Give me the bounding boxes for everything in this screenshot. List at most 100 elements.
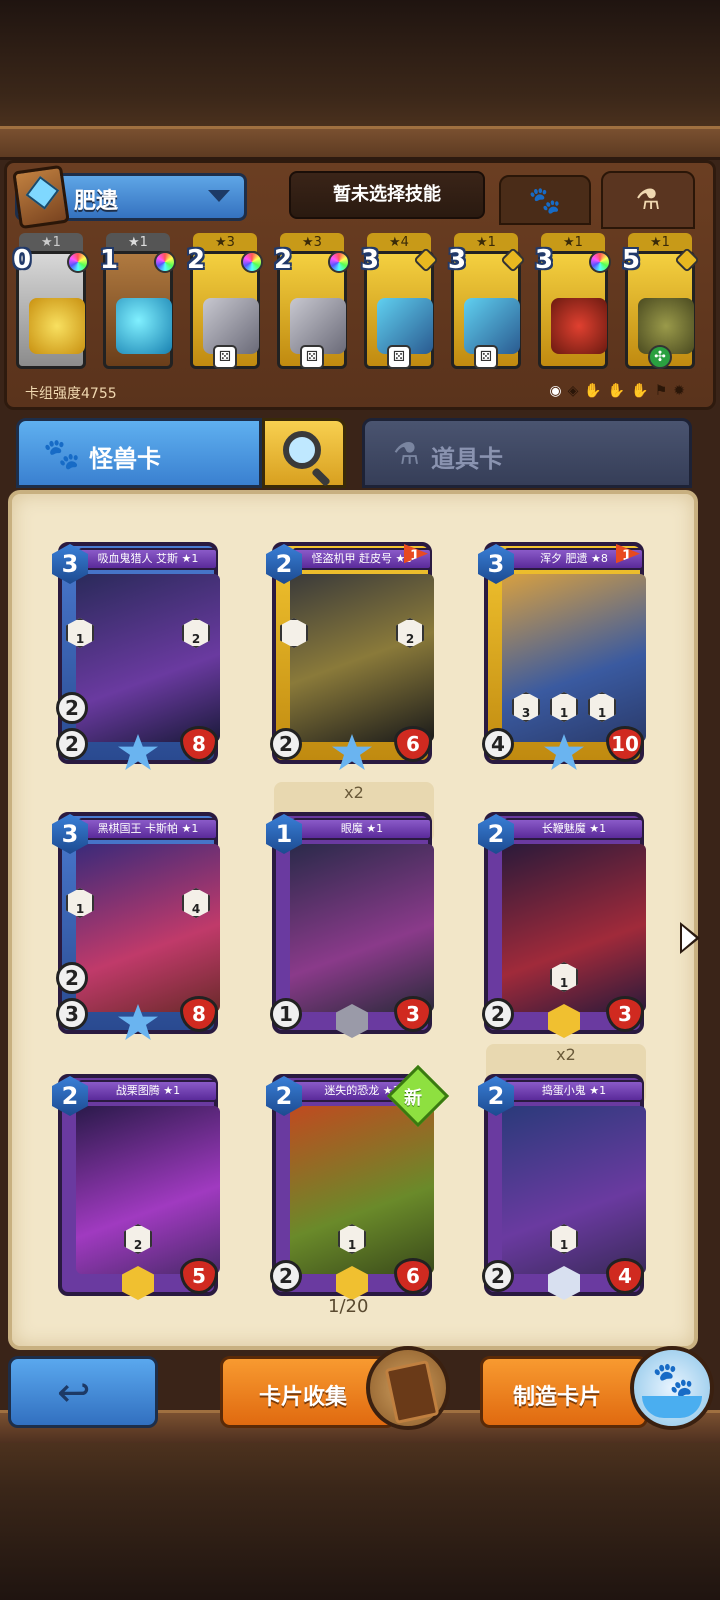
new-label: 新 (404, 1088, 422, 1109)
card-art (551, 298, 607, 354)
card-defense: 2 (482, 1260, 514, 1292)
card-art (76, 574, 220, 742)
card-attack: 2 (56, 692, 88, 724)
monster-card[interactable]: x2 捣蛋小鬼 ★1 2241 (478, 1044, 646, 1302)
deck-card-row: ★1 0 ★1 1 ★3 2 ⚄ ★3 2 ⚄ ★4 3 ⚄ ★1 3 ⚄ ★1… (13, 233, 713, 383)
paw-potion-icon[interactable]: 🐾 (630, 1346, 714, 1430)
card-collection-page: 吸血鬼猎人 艾斯 ★1 322812 怪盗机甲 赶皮号 ★3 21262 浑夕 … (8, 490, 698, 1350)
card-defense: 1 (270, 998, 302, 1030)
card-name: 吸血鬼猎人 艾斯 ★1 (78, 548, 218, 570)
card-cost: 3 (448, 245, 467, 275)
back-button[interactable]: ↩ (8, 1356, 158, 1428)
gem-icon (154, 251, 176, 273)
deck-card[interactable]: ★1 3 (535, 233, 611, 377)
back-arrow-icon: ↩ (57, 1370, 91, 1416)
craft-card-button[interactable]: 制造卡片 (480, 1356, 648, 1428)
tab-monster-cards[interactable]: 🐾 怪兽卡 (16, 418, 262, 488)
card-cost: 2 (274, 245, 293, 275)
filter-icon[interactable]: ✹ (673, 383, 685, 399)
deck-card[interactable]: ★1 1 (100, 233, 176, 377)
deck-card[interactable]: ★3 2 ⚄ (274, 233, 350, 377)
dice-icon: ⚄ (387, 345, 411, 369)
card-name: 捣蛋小鬼 ★1 (504, 1080, 644, 1102)
search-icon (283, 431, 321, 469)
filter-icon[interactable]: ✋ (608, 383, 625, 399)
filter-icon[interactable]: ✋ (584, 383, 601, 399)
card-name: 长鞭魅魔 ★1 (504, 818, 644, 840)
potion-icon: ⚗ (393, 437, 420, 472)
deck-power: 卡组强度4755 (25, 386, 117, 402)
skill-select-button[interactable]: 暂未选择技能 (289, 171, 485, 219)
card-defense: 2 (270, 1260, 302, 1292)
gem-icon (328, 251, 350, 273)
dice-icon: ⚄ (474, 345, 498, 369)
card-art (29, 298, 85, 354)
bottom-wood-banner (0, 1410, 720, 1600)
card-defense: 2 (56, 728, 88, 760)
card-cost: 1 (100, 245, 119, 275)
deck-card[interactable]: ★3 2 ⚄ (187, 233, 263, 377)
gem-icon (241, 251, 263, 273)
card-attack: 2 (56, 962, 88, 994)
deck-filter-icons[interactable]: ◉ ◈ ✋ ✋ ✋ ⚑ ✹ (549, 383, 685, 399)
clover-icon: ✣ (648, 345, 672, 369)
filter-icon[interactable]: ◈ (568, 383, 579, 399)
card-collection-label: 卡片收集 (259, 1385, 348, 1410)
card-art (76, 1106, 220, 1274)
monster-card[interactable]: 迷失的恐龙 ★1 226新1 (266, 1064, 450, 1302)
card-cost: 2 (187, 245, 206, 275)
card-art (638, 298, 694, 354)
search-icon-handle (311, 467, 331, 487)
card-defense: 4 (482, 728, 514, 760)
monster-card[interactable]: 黑棋国王 卡斯帕 ★1 323814 (52, 812, 220, 1040)
deck-card[interactable]: ★1 5 ✣ (622, 233, 700, 377)
next-page-arrow-icon[interactable] (680, 922, 700, 954)
monster-card[interactable]: 吸血鬼猎人 艾斯 ★1 322812 (52, 542, 220, 770)
craft-card-label: 制造卡片 (513, 1385, 602, 1410)
tab-item-cards[interactable]: ⚗ 道具卡 (362, 418, 692, 488)
card-name: 眼魔 ★1 (292, 818, 432, 840)
dice-icon: ⚄ (213, 345, 237, 369)
filter-icon[interactable]: ✋ (631, 383, 648, 399)
card-art (290, 1106, 434, 1274)
paw-icon: 🐾 (43, 437, 81, 472)
deck-card[interactable]: ★1 0 (13, 233, 89, 377)
card-cost: 3 (361, 245, 380, 275)
card-art (290, 844, 434, 1012)
paw-icon[interactable]: 🐾 (499, 175, 591, 225)
monster-card[interactable]: 浑夕 肥遗 ★8 3 1 4 10 3 1 1 (478, 542, 646, 770)
card-art (290, 574, 434, 742)
card-book-icon[interactable] (366, 1346, 450, 1430)
card-defense: 2 (482, 998, 514, 1030)
card-art (76, 844, 220, 1012)
filter-icon[interactable]: ⚑ (655, 383, 668, 399)
card-cost: 3 (535, 245, 554, 275)
card-name: 战栗图腾 ★1 (78, 1080, 218, 1102)
monster-card[interactable]: 怪盗机甲 赶皮号 ★3 21262 (266, 542, 434, 770)
gem-icon (589, 251, 611, 273)
card-cost: 5 (622, 245, 641, 275)
search-button[interactable] (262, 418, 346, 488)
monster-card[interactable]: x2 眼魔 ★1 113 (266, 782, 434, 1040)
monster-card[interactable]: 战栗图腾 ★1 252 (52, 1074, 220, 1302)
card-name: 黑棋国王 卡斯帕 ★1 (78, 818, 218, 840)
paw-icon: 🐾 (652, 1360, 695, 1400)
monster-card[interactable]: 长鞭魅魔 ★1 2231 (478, 812, 646, 1040)
dice-icon: ⚄ (300, 345, 324, 369)
deck-card[interactable]: ★1 3 ⚄ (448, 233, 526, 377)
card-art (116, 298, 172, 354)
gem-icon (67, 251, 89, 273)
card-defense: 2 (270, 728, 302, 760)
chevron-down-icon (208, 190, 230, 202)
filter-icon[interactable]: ◉ (549, 383, 561, 399)
top-wood-banner (0, 0, 720, 160)
card-art (502, 1106, 646, 1274)
page-indicator: 1/20 (328, 1296, 369, 1317)
deck-book-icon (12, 164, 70, 230)
deck-card[interactable]: ★4 3 ⚄ (361, 233, 439, 377)
potion-icon[interactable]: ⚗ (601, 171, 695, 229)
deck-selector[interactable]: 肥遗 (12, 164, 247, 230)
deck-panel: 肥遗 暂未选择技能 🐾 ⚗ ★1 0 ★1 1 ★3 2 ⚄ ★3 2 ⚄ ★4… (4, 160, 716, 410)
tab-item-label: 道具卡 (431, 445, 503, 473)
deck-name: 肥遗 (74, 189, 119, 214)
